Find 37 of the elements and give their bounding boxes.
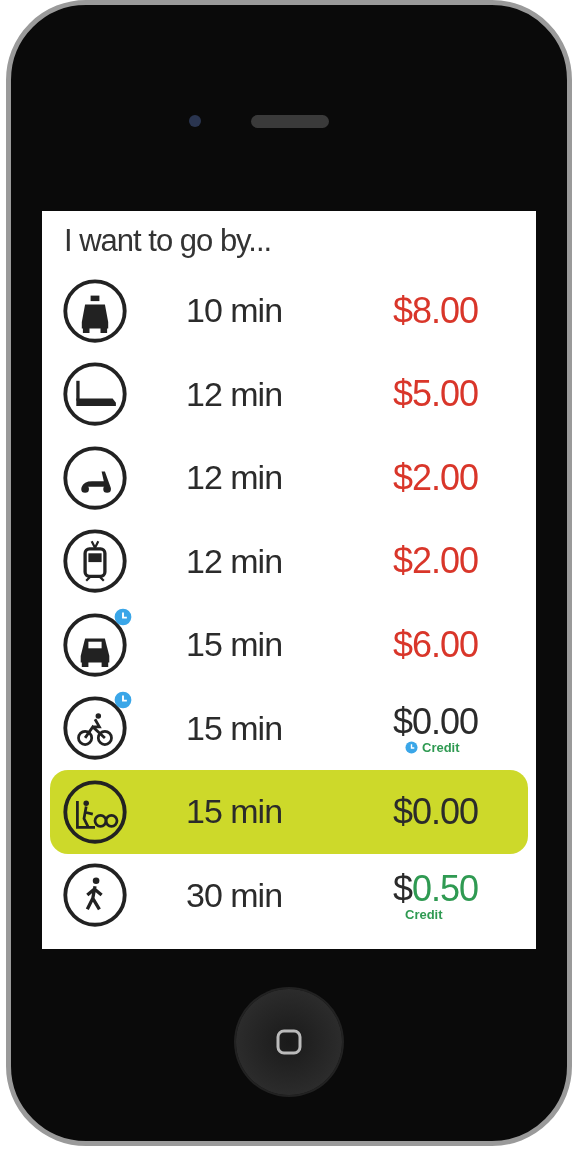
- currency-sign: $: [393, 869, 413, 908]
- price-amount: 6.00: [412, 625, 479, 664]
- price-amount: 0.50: [412, 869, 479, 908]
- option-row[interactable]: 15 min $0.00 Credit: [50, 686, 528, 770]
- currency-sign: $: [393, 542, 413, 581]
- travel-time: 15 min: [186, 708, 284, 748]
- currency-sign: $: [393, 291, 413, 330]
- square-icon: [275, 1028, 303, 1056]
- currency-sign: $: [393, 702, 413, 741]
- price-amount: 8.00: [412, 291, 479, 330]
- option-row[interactable]: 30 min $0.50 Credit: [50, 853, 528, 937]
- option-row[interactable]: 10 min $8.00: [50, 269, 528, 353]
- price-amount: 2.00: [412, 542, 479, 581]
- option-row[interactable]: 12 min $2.00: [50, 519, 528, 603]
- currency-sign: $: [393, 792, 413, 831]
- travel-time: 10 min: [186, 291, 284, 331]
- camera-lens: [189, 115, 201, 127]
- price-amount: 2.00: [412, 458, 479, 497]
- option-row[interactable]: 12 min $5.00: [50, 352, 528, 436]
- travel-time: 15 min: [186, 792, 284, 832]
- travel-time: 12 min: [186, 458, 284, 498]
- heading: I want to go by...: [64, 223, 273, 260]
- travel-time: 15 min: [186, 625, 284, 665]
- currency-sign: $: [393, 458, 413, 497]
- selected-option-row[interactable]: 15 min $0.00: [50, 770, 528, 854]
- price-amount: 5.00: [412, 375, 479, 414]
- price-amount: 0.00: [412, 702, 479, 741]
- currency-sign: $: [393, 375, 413, 414]
- travel-time: 30 min: [186, 875, 284, 915]
- credit-label: Credit: [405, 907, 443, 921]
- currency-sign: $: [393, 625, 413, 664]
- travel-time: 12 min: [186, 541, 284, 581]
- travel-time: 12 min: [186, 374, 284, 414]
- option-row[interactable]: 12 min $2.00: [50, 436, 528, 520]
- credit-label: Credit: [422, 740, 460, 754]
- option-row[interactable]: 15 min $6.00: [50, 603, 528, 687]
- price-amount: 0.00: [412, 792, 479, 831]
